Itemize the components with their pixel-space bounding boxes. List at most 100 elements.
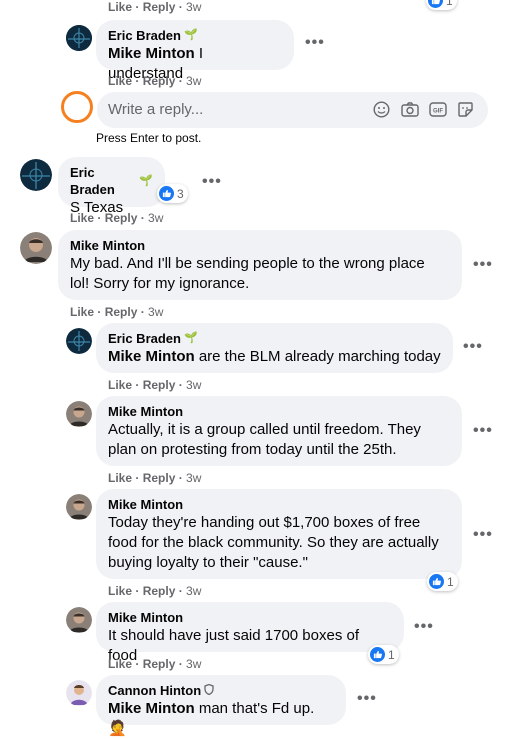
reply-link[interactable]: Reply — [143, 471, 176, 485]
timestamp[interactable]: 3w — [186, 74, 201, 88]
author-name[interactable]: Eric Braden — [70, 164, 136, 198]
avatar-eric-braden[interactable] — [20, 159, 52, 191]
like-link[interactable]: Like — [108, 378, 132, 392]
reply-link[interactable]: Reply — [143, 0, 176, 14]
avatar-eric-braden[interactable] — [66, 328, 92, 354]
timestamp[interactable]: 3w — [186, 584, 201, 598]
separator: · — [137, 211, 149, 225]
like-link[interactable]: Like — [108, 471, 132, 485]
like-link[interactable]: Like — [108, 584, 132, 598]
comment-actions: Like · Reply · 3w — [70, 210, 163, 226]
reply-link[interactable]: Reply — [143, 74, 176, 88]
facepalm-emoji: 🤦 — [108, 720, 127, 737]
comment-text-line: plan on protesting from today until the … — [108, 441, 397, 458]
avatar-mike-minton[interactable] — [66, 607, 92, 633]
svg-text:GIF: GIF — [433, 109, 443, 115]
more-options-icon[interactable]: ••• — [473, 423, 493, 439]
author-name[interactable]: Mike Minton — [108, 496, 183, 513]
separator: · — [137, 305, 149, 319]
sprout-badge-icon: 🌱 — [139, 174, 153, 187]
mention-link[interactable]: Mike Minton — [108, 45, 195, 62]
author-name[interactable]: Eric Braden — [108, 330, 181, 347]
avatar-mike-minton[interactable] — [66, 494, 92, 520]
more-options-icon[interactable]: ••• — [473, 527, 493, 543]
reply-link[interactable]: Reply — [105, 211, 138, 225]
comment-actions: Like · Reply · 3w — [108, 377, 201, 393]
more-options-icon[interactable]: ••• — [305, 35, 325, 51]
separator: · — [132, 471, 143, 485]
avatar-cannon-hinton[interactable] — [66, 680, 92, 706]
mention-link[interactable]: Mike Minton — [108, 700, 195, 717]
sprout-badge-icon: 🌱 — [183, 332, 198, 344]
sticker-icon[interactable] — [457, 101, 474, 123]
comment-actions: Like · Reply · 3w — [108, 470, 201, 486]
comment-bubble: Mike Minton Today they're handing out $1… — [96, 489, 462, 579]
timestamp[interactable]: 3w — [186, 471, 201, 485]
reply-input-placeholder[interactable]: Write a reply... — [108, 101, 203, 118]
comment-actions: Like · Reply · 3w — [108, 0, 201, 15]
comment-bubble: Mike Minton It should have just said 170… — [96, 602, 404, 664]
reply-link[interactable]: Reply — [105, 305, 138, 319]
more-options-icon[interactable]: ••• — [202, 174, 222, 190]
camera-icon[interactable] — [401, 101, 419, 123]
reaction-badge[interactable]: 1 — [427, 572, 458, 591]
reply-link[interactable]: Reply — [143, 378, 176, 392]
reaction-badge[interactable]: 1 — [368, 645, 399, 664]
avatar-eric-braden[interactable] — [66, 25, 92, 51]
author-name[interactable]: Eric Braden — [108, 27, 181, 44]
separator: · — [132, 378, 143, 392]
comment-actions: Like · Reply · 3w — [108, 656, 201, 672]
user-avatar-ring — [61, 91, 93, 123]
timestamp[interactable]: 3w — [186, 0, 201, 14]
separator: · — [132, 74, 143, 88]
sprout-badge-icon: 🌱 — [183, 29, 198, 41]
like-link[interactable]: Like — [108, 0, 132, 14]
avatar-mike-minton[interactable] — [20, 232, 52, 264]
separator: · — [175, 74, 187, 88]
like-reaction-icon — [370, 647, 385, 662]
emoji-icon[interactable] — [373, 101, 390, 123]
reaction-count: 1 — [446, 0, 453, 8]
author-name[interactable]: Mike Minton — [108, 403, 183, 420]
reply-link[interactable]: Reply — [143, 584, 176, 598]
author-name[interactable]: Cannon Hinton — [108, 682, 201, 699]
like-reaction-icon — [429, 574, 444, 589]
timestamp[interactable]: 3w — [148, 211, 163, 225]
more-options-icon[interactable]: ••• — [473, 257, 493, 273]
separator: · — [94, 305, 105, 319]
like-link[interactable]: Like — [70, 305, 94, 319]
reaction-badge[interactable]: 3 — [157, 184, 188, 203]
like-link[interactable]: Like — [108, 74, 132, 88]
more-options-icon[interactable]: ••• — [463, 339, 483, 355]
avatar-mike-minton[interactable] — [66, 401, 92, 427]
reply-input-box[interactable]: Write a reply... GIF — [97, 92, 488, 128]
reply-link[interactable]: Reply — [143, 657, 176, 671]
separator: · — [132, 584, 143, 598]
timestamp[interactable]: 3w — [186, 378, 201, 392]
more-options-icon[interactable]: ••• — [414, 619, 434, 635]
more-options-icon[interactable]: ••• — [357, 691, 377, 707]
comment-actions: Like · Reply · 3w — [70, 304, 163, 320]
comment-text-line: Today they're handing out $1,700 boxes o… — [108, 514, 421, 531]
comment-bubble: Eric Braden 🌱 S Texas — [58, 157, 165, 216]
reaction-count: 1 — [388, 647, 395, 662]
comment-text: are the BLM already marching today — [194, 348, 441, 365]
mention-link[interactable]: Mike Minton — [108, 348, 195, 365]
like-reaction-icon — [428, 0, 443, 8]
separator: · — [132, 0, 143, 14]
reaction-count: 1 — [447, 574, 454, 589]
separator: · — [175, 471, 187, 485]
comment-actions: Like · Reply · 3w — [108, 73, 201, 89]
timestamp[interactable]: 3w — [186, 657, 201, 671]
reaction-badge[interactable]: 1 — [426, 0, 457, 10]
gif-icon[interactable]: GIF — [429, 101, 447, 123]
comment-bubble: Mike Minton Actually, it is a group call… — [96, 396, 462, 466]
like-link[interactable]: Like — [108, 657, 132, 671]
author-name[interactable]: Mike Minton — [108, 609, 183, 626]
like-link[interactable]: Like — [70, 211, 94, 225]
author-name[interactable]: Mike Minton — [70, 237, 145, 254]
separator: · — [94, 211, 105, 225]
separator: · — [175, 584, 187, 598]
timestamp[interactable]: 3w — [148, 305, 163, 319]
comment-text-line: lol! Sorry for my ignorance. — [70, 275, 250, 292]
